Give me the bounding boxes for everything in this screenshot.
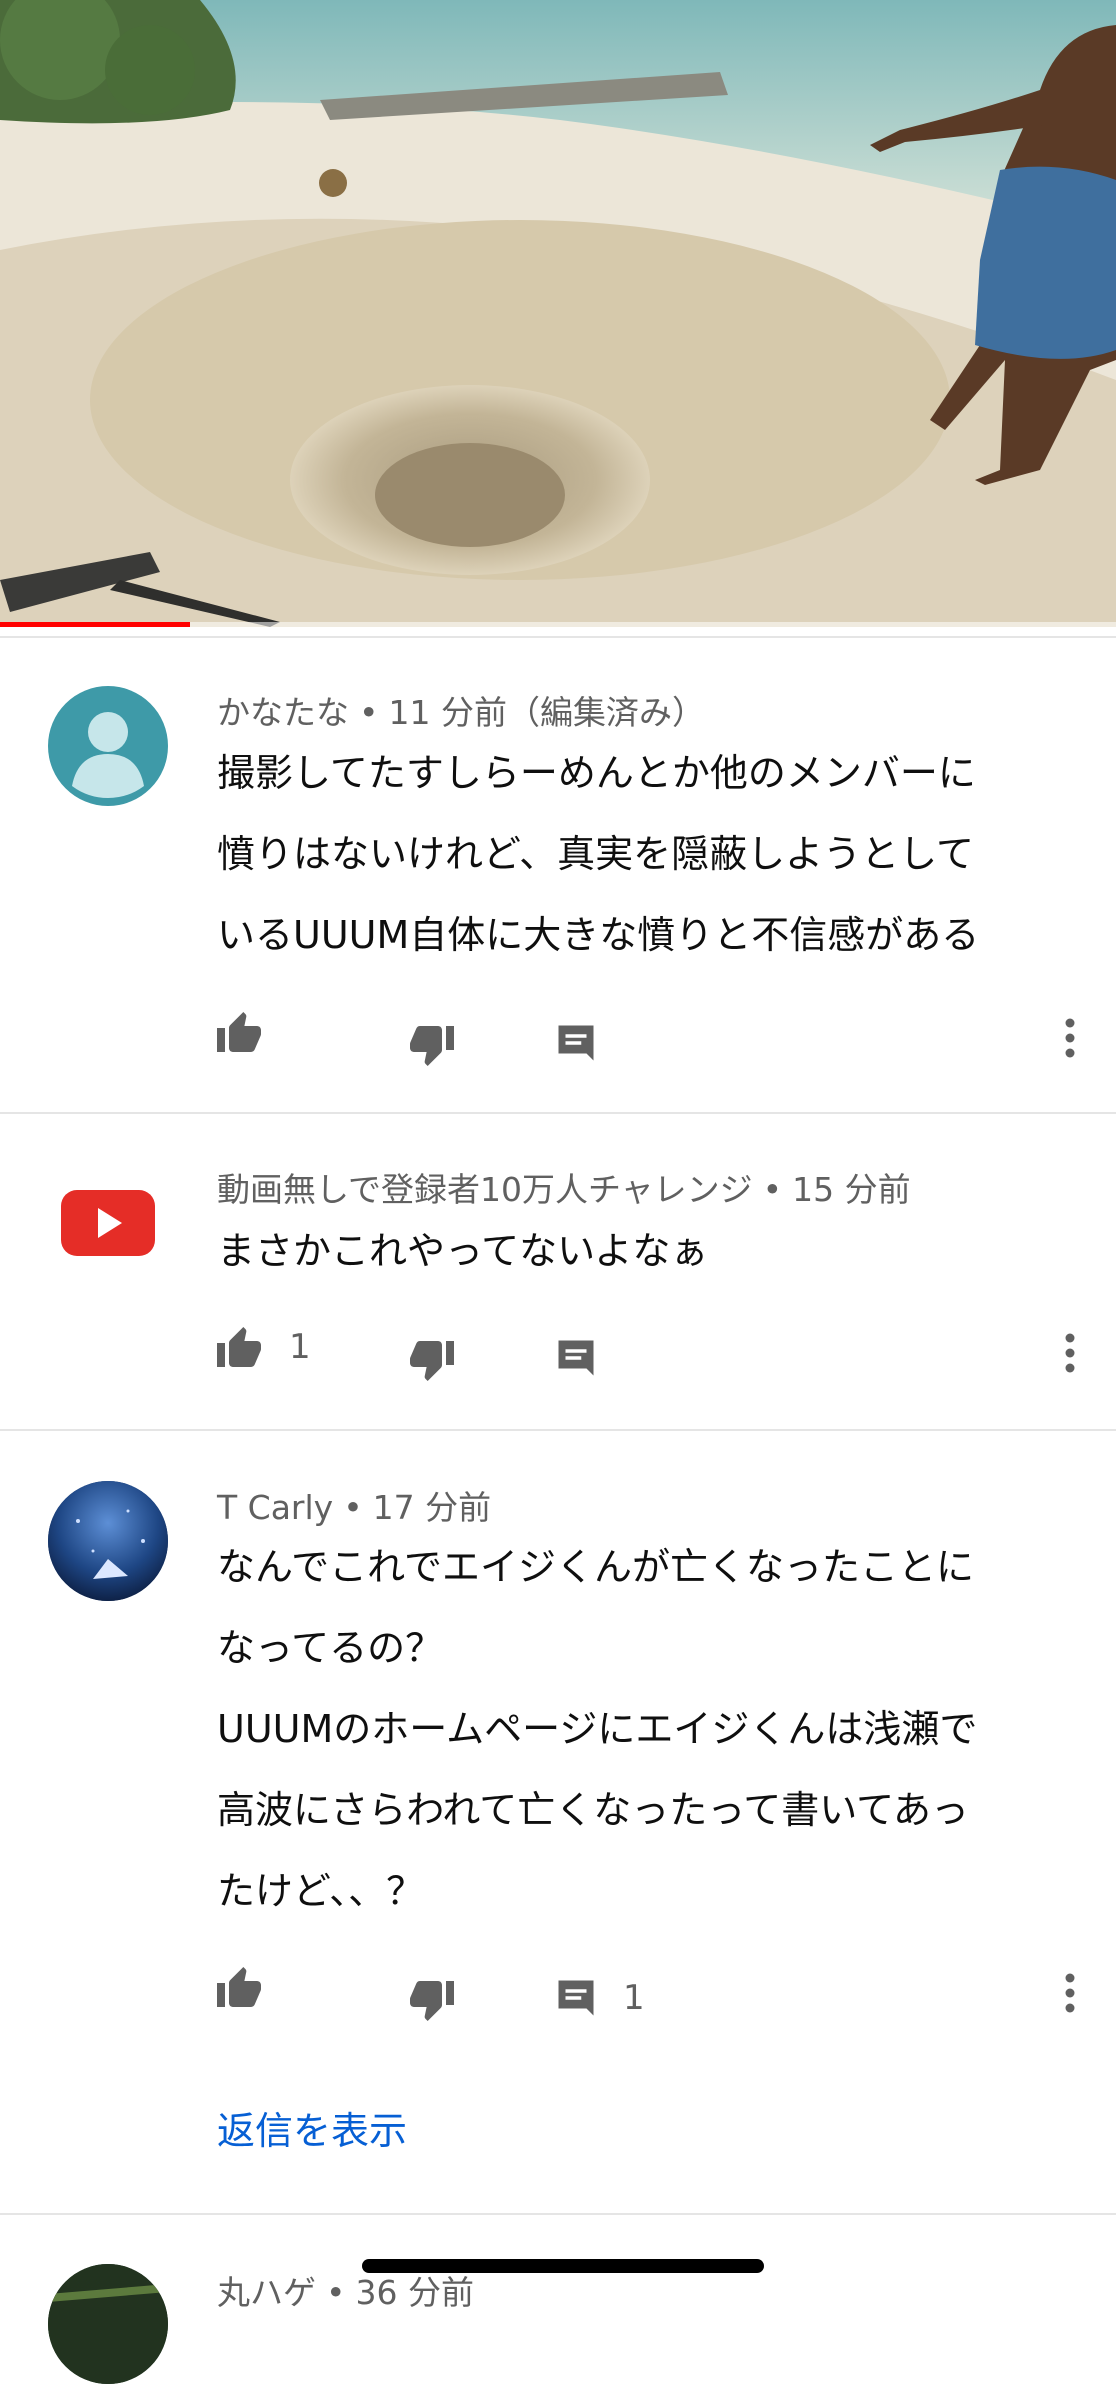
show-replies-link[interactable]: 返信を表示 <box>217 2100 407 2155</box>
thumbs-up-icon <box>217 1967 261 2007</box>
comment-meta: かなたな • 11 分前（編集済み） <box>217 686 705 734</box>
person-avatar-icon[interactable] <box>48 686 168 806</box>
divider <box>0 2213 1116 2215</box>
more-button[interactable] <box>1063 1333 1077 1373</box>
dislike-button[interactable] <box>408 1979 456 2023</box>
like-button[interactable] <box>215 1010 289 1054</box>
divider <box>0 636 1116 638</box>
comment-line: まさかこれやってないよなぁ <box>217 1229 709 1273</box>
space-avatar-icon <box>48 1481 168 1601</box>
more-vert-icon <box>1065 1018 1075 1058</box>
meta-separator: • <box>762 1170 783 1209</box>
more-vert-icon <box>1065 1973 1075 2013</box>
comment-line: なんでこれでエイジくんが亡くなったことに <box>217 1545 974 1589</box>
comment-actions <box>0 1010 1116 1070</box>
comment-line: なってるの？ <box>217 1626 444 1670</box>
reply-button[interactable] <box>555 1337 597 1379</box>
reply-button[interactable]: 1 <box>555 1977 645 2019</box>
comment-text: 撮影してたすしらーめんとか他のメンバーに 憤りはないけれど、真実を隠蔽しようとし… <box>217 733 1067 976</box>
comment-line: たけど、、？ <box>217 1869 425 1913</box>
comment-line: 撮影してたすしらーめんとか他のメンバーに <box>217 751 976 795</box>
video-progress-bar[interactable] <box>0 622 1116 627</box>
comment-line: UUUMのホームページにエイジくんは浅瀬で <box>217 1707 978 1751</box>
comment-time: 17 分前 <box>372 1488 492 1527</box>
avatar-image <box>48 2264 168 2384</box>
more-button[interactable] <box>1063 1018 1077 1058</box>
dislike-button[interactable] <box>408 1024 456 1068</box>
comment-author[interactable]: かなたな <box>217 693 349 732</box>
comment-text: まさかこれやってないよなぁ <box>217 1211 1067 1292</box>
comment-actions: 1 <box>0 1325 1116 1385</box>
comment-author[interactable]: T Carly <box>217 1488 333 1527</box>
comment-icon <box>558 1025 594 1061</box>
comment-line: 憤りはないけれど、真実を隠蔽しようとして <box>217 832 974 876</box>
divider <box>0 1429 1116 1431</box>
comment-meta: 丸ハゲ • 36 分前 <box>217 2266 474 2314</box>
comment-time: 15 分前 <box>792 1170 911 1209</box>
reply-count: 1 <box>623 1978 645 2018</box>
thumbs-down-icon <box>410 1341 454 1381</box>
comment-line: いるUUUM自体に大きな憤りと不信感がある <box>217 913 980 957</box>
meta-separator: • <box>359 693 379 732</box>
video-frame <box>0 0 1116 627</box>
comment-icon <box>558 1340 594 1376</box>
more-vert-icon <box>1065 1333 1075 1373</box>
meta-separator: • <box>343 1488 363 1527</box>
comment-actions: 1 <box>0 1965 1116 2025</box>
home-indicator[interactable] <box>362 2259 764 2273</box>
youtube-logo-icon[interactable] <box>48 1163 168 1283</box>
video-player[interactable] <box>0 0 1116 627</box>
like-count: 1 <box>289 1327 311 1367</box>
like-button[interactable] <box>215 1965 289 2009</box>
thumbs-down-icon <box>410 1026 454 1066</box>
comment-time: 11 分前（編集済み） <box>388 693 705 732</box>
avatar[interactable] <box>48 2264 168 2384</box>
comment-meta: T Carly • 17 分前 <box>217 1481 491 1529</box>
more-button[interactable] <box>1063 1973 1077 2013</box>
thumbs-up-icon <box>217 1327 261 1367</box>
reply-button[interactable] <box>555 1022 597 1064</box>
comment-author[interactable]: 動画無しで登録者10万人チャレンジ <box>217 1170 753 1209</box>
comment-author[interactable]: 丸ハゲ <box>217 2273 316 2312</box>
thumbs-up-icon <box>217 1012 261 1052</box>
avatar[interactable] <box>48 1481 168 1601</box>
meta-separator: • <box>326 2273 346 2312</box>
like-button[interactable]: 1 <box>215 1325 311 1369</box>
thumbs-down-icon <box>410 1981 454 2021</box>
comment-icon <box>558 1980 594 2016</box>
divider <box>0 1112 1116 1114</box>
video-progress-fill <box>0 622 190 627</box>
dislike-button[interactable] <box>408 1339 456 1383</box>
comment-line: 高波にさらわれて亡くなったって書いてあっ <box>217 1788 970 1832</box>
comment-meta: 動画無しで登録者10万人チャレンジ • 15 分前 <box>217 1163 911 1211</box>
comment-time: 36 分前 <box>355 2273 474 2312</box>
comment-text: なんでこれでエイジくんが亡くなったことに なってるの？ UUUMのホームページに… <box>217 1527 1067 1932</box>
